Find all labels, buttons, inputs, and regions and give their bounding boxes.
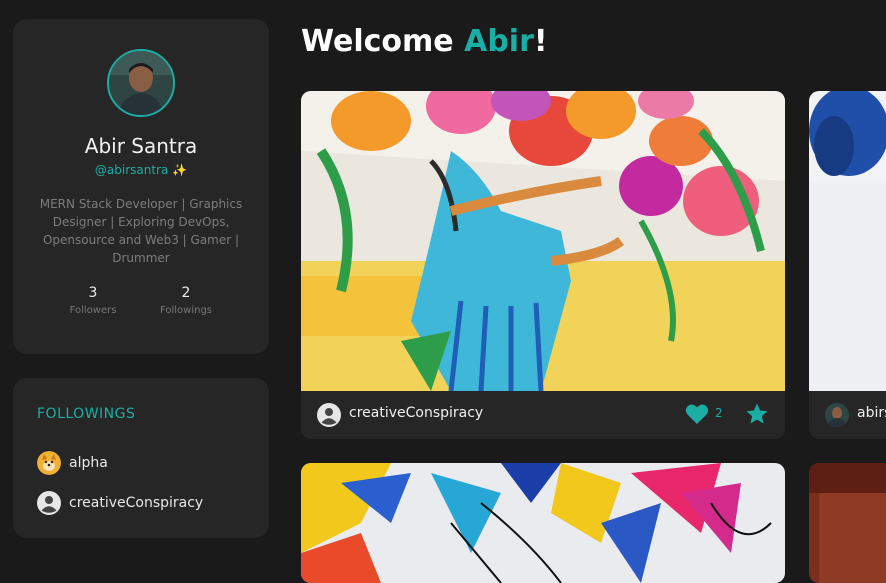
following-label: alpha	[69, 455, 108, 471]
post-footer: abirsantra	[809, 391, 886, 439]
following-item-creativeconspiracy[interactable]: creativeConspiracy	[37, 491, 203, 515]
welcome-heading: Welcome Abir!	[301, 24, 548, 59]
followings-title: FOLLOWINGS	[37, 406, 136, 422]
post-author[interactable]: creativeConspiracy	[349, 405, 483, 421]
post-image[interactable]	[301, 91, 785, 391]
followings-label: Followings	[159, 305, 213, 316]
shiba-avatar-icon	[37, 451, 61, 475]
followers-count: 3	[88, 285, 98, 301]
post-footer: creativeConspiracy 2	[301, 391, 785, 439]
default-user-icon[interactable]	[317, 403, 341, 427]
author-avatar[interactable]	[825, 403, 849, 427]
post-card[interactable]	[809, 463, 886, 583]
followings-count: 2	[181, 285, 191, 301]
profile-avatar[interactable]	[107, 49, 175, 117]
post-image[interactable]	[301, 463, 785, 583]
profile-bio: MERN Stack Developer | Graphics Designer…	[39, 197, 243, 265]
welcome-suffix: !	[533, 24, 548, 59]
profile-handle[interactable]: @abirsantra ✨	[13, 163, 269, 177]
heart-icon[interactable]	[685, 403, 709, 425]
welcome-prefix: Welcome	[301, 24, 465, 59]
like-count: 2	[715, 406, 723, 420]
following-item-alpha[interactable]: alpha	[37, 451, 108, 475]
profile-card: Abir Santra @abirsantra ✨ MERN Stack Dev…	[13, 19, 269, 354]
welcome-username: Abir	[464, 24, 534, 59]
followings-card: FOLLOWINGS alpha creativeConspiracy	[13, 378, 269, 538]
post-card[interactable]: abirsantra	[809, 91, 886, 439]
star-icon[interactable]	[745, 402, 769, 426]
followings-stat[interactable]: 2 Followings	[141, 285, 231, 316]
post-card[interactable]: creativeConspiracy 2	[301, 91, 785, 439]
post-image[interactable]	[809, 91, 886, 391]
post-author[interactable]: abirsantra	[857, 405, 886, 421]
post-image[interactable]	[809, 463, 886, 583]
followers-stat[interactable]: 3 Followers	[48, 285, 138, 316]
followers-label: Followers	[69, 305, 117, 316]
following-label: creativeConspiracy	[69, 495, 204, 511]
profile-name: Abir Santra	[84, 134, 198, 158]
post-card[interactable]	[301, 463, 785, 583]
default-user-icon	[37, 491, 61, 515]
